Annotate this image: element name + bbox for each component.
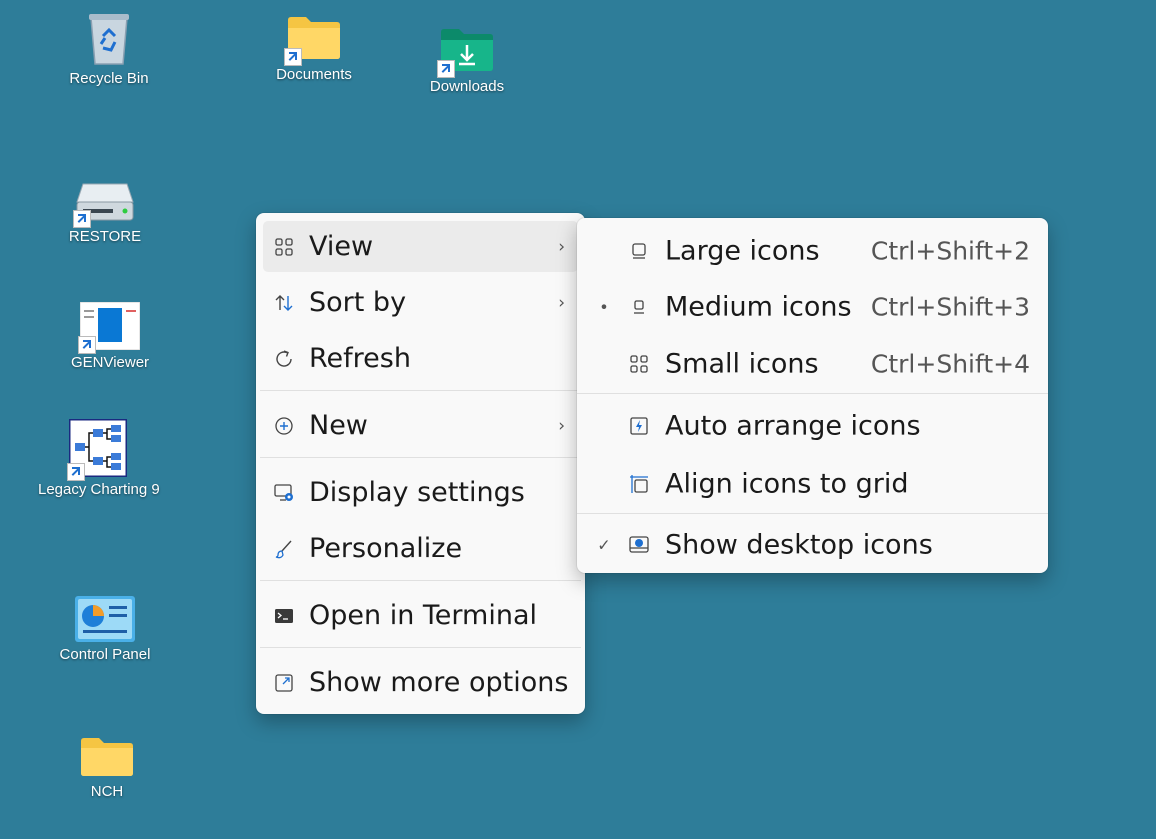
restore-desktop-icon[interactable]: RESTORE [45, 180, 165, 245]
legacy-charting-label: Legacy Charting 9 [38, 481, 160, 498]
shortcut-arrow-icon [437, 60, 455, 78]
bullet-selected-icon: • [599, 297, 609, 317]
menu-item-open-terminal[interactable]: Open in Terminal [263, 590, 578, 641]
submenu-item-label: Small icons [665, 348, 819, 380]
menu-item-display-settings[interactable]: Display settings [263, 467, 578, 518]
menu-item-label: Display settings [309, 477, 525, 508]
menu-item-label: Sort by [309, 287, 407, 318]
nch-label: NCH [90, 783, 124, 800]
nch-desktop-icon[interactable]: NCH [47, 735, 167, 800]
menu-separator [260, 457, 581, 458]
terminal-icon [275, 608, 293, 623]
submenu-item-label: Medium icons [665, 291, 852, 323]
folder-icon [79, 735, 135, 779]
refresh-icon [276, 349, 292, 367]
submenu-item-small-icons[interactable]: Small icons Ctrl+Shift+4 [577, 338, 1048, 390]
submenu-item-label: Large icons [665, 235, 820, 267]
menu-item-personalize[interactable]: Personalize [263, 523, 578, 574]
brush-icon [275, 540, 292, 558]
recycle-bin-label: Recycle Bin [69, 70, 149, 87]
menu-item-label: Refresh [309, 343, 411, 374]
large-icons-icon [632, 243, 646, 259]
chevron-right-icon: › [558, 292, 565, 313]
submenu-item-align-grid[interactable]: Align icons to grid [577, 458, 1048, 510]
menu-separator [260, 647, 581, 648]
recycle-bin-icon [85, 10, 133, 66]
downloads-label: Downloads [429, 78, 505, 95]
menu-item-refresh[interactable]: Refresh [263, 333, 578, 384]
grid-view-icon [275, 237, 293, 256]
shortcut-label: Ctrl+Shift+4 [870, 349, 1030, 379]
menu-item-new[interactable]: New › [263, 400, 578, 451]
submenu-item-medium-icons[interactable]: • Medium icons Ctrl+Shift+3 [577, 281, 1048, 333]
small-icons-grid-icon [630, 355, 648, 373]
display-settings-icon [274, 483, 293, 501]
shortcut-arrow-icon [284, 48, 302, 66]
menu-item-label: Show more options [309, 667, 569, 698]
menu-item-show-more-options[interactable]: Show more options [263, 657, 578, 708]
medium-icons-icon [634, 300, 644, 314]
desktop-context-menu: View › Sort by › Refresh New › Display s… [256, 213, 585, 714]
genviewer-desktop-icon[interactable]: GENViewer [50, 301, 170, 371]
submenu-item-large-icons[interactable]: Large icons Ctrl+Shift+2 [577, 225, 1048, 277]
shortcut-label: Ctrl+Shift+3 [870, 292, 1030, 322]
open-external-icon [275, 673, 293, 692]
control-panel-icon [75, 596, 135, 642]
downloads-desktop-icon[interactable]: Downloads [407, 26, 527, 95]
menu-item-sort-by[interactable]: Sort by › [263, 277, 578, 328]
documents-label: Documents [276, 66, 352, 83]
menu-separator [577, 393, 1048, 394]
control-panel-label: Control Panel [59, 646, 151, 663]
drive-icon [73, 180, 135, 228]
add-circle-icon [275, 416, 293, 435]
menu-separator [260, 390, 581, 391]
menu-separator [260, 580, 581, 581]
control-panel-desktop-icon[interactable]: Control Panel [45, 596, 165, 663]
restore-label: RESTORE [68, 228, 142, 245]
submenu-item-label: Align icons to grid [665, 468, 909, 500]
legacy-charting-desktop-icon[interactable]: Legacy Charting 9 [38, 417, 160, 498]
folder-icon [284, 14, 342, 66]
chevron-right-icon: › [558, 415, 565, 436]
align-grid-icon [630, 475, 648, 493]
genviewer-icon [78, 301, 141, 354]
menu-item-view[interactable]: View › [263, 221, 578, 272]
auto-arrange-icon [630, 417, 648, 435]
submenu-item-show-desktop-icons[interactable]: ✓ Show desktop icons [577, 519, 1048, 571]
shortcut-label: Ctrl+Shift+2 [870, 236, 1030, 266]
shortcut-arrow-icon [67, 463, 85, 481]
documents-desktop-icon[interactable]: Documents [254, 14, 374, 83]
menu-item-label: New [309, 410, 368, 441]
chevron-right-icon: › [558, 236, 565, 257]
show-desktop-icon [629, 536, 649, 553]
sort-icon [275, 294, 293, 311]
menu-item-label: Open in Terminal [309, 600, 537, 631]
flowchart-icon [67, 417, 129, 481]
menu-item-label: View [309, 231, 374, 262]
menu-separator [577, 513, 1048, 514]
downloads-folder-icon [437, 26, 495, 78]
menu-item-label: Personalize [309, 533, 463, 564]
shortcut-arrow-icon [73, 210, 91, 228]
genviewer-label: GENViewer [70, 354, 150, 371]
submenu-item-auto-arrange[interactable]: Auto arrange icons [577, 400, 1048, 452]
checkmark-icon: ✓ [597, 535, 611, 555]
submenu-item-label: Auto arrange icons [665, 410, 921, 442]
shortcut-arrow-icon [78, 336, 96, 354]
submenu-item-label: Show desktop icons [665, 529, 933, 561]
recycle-bin-desktop-icon[interactable]: Recycle Bin [49, 10, 169, 87]
view-submenu: Large icons Ctrl+Shift+2 • Medium icons … [577, 218, 1048, 573]
